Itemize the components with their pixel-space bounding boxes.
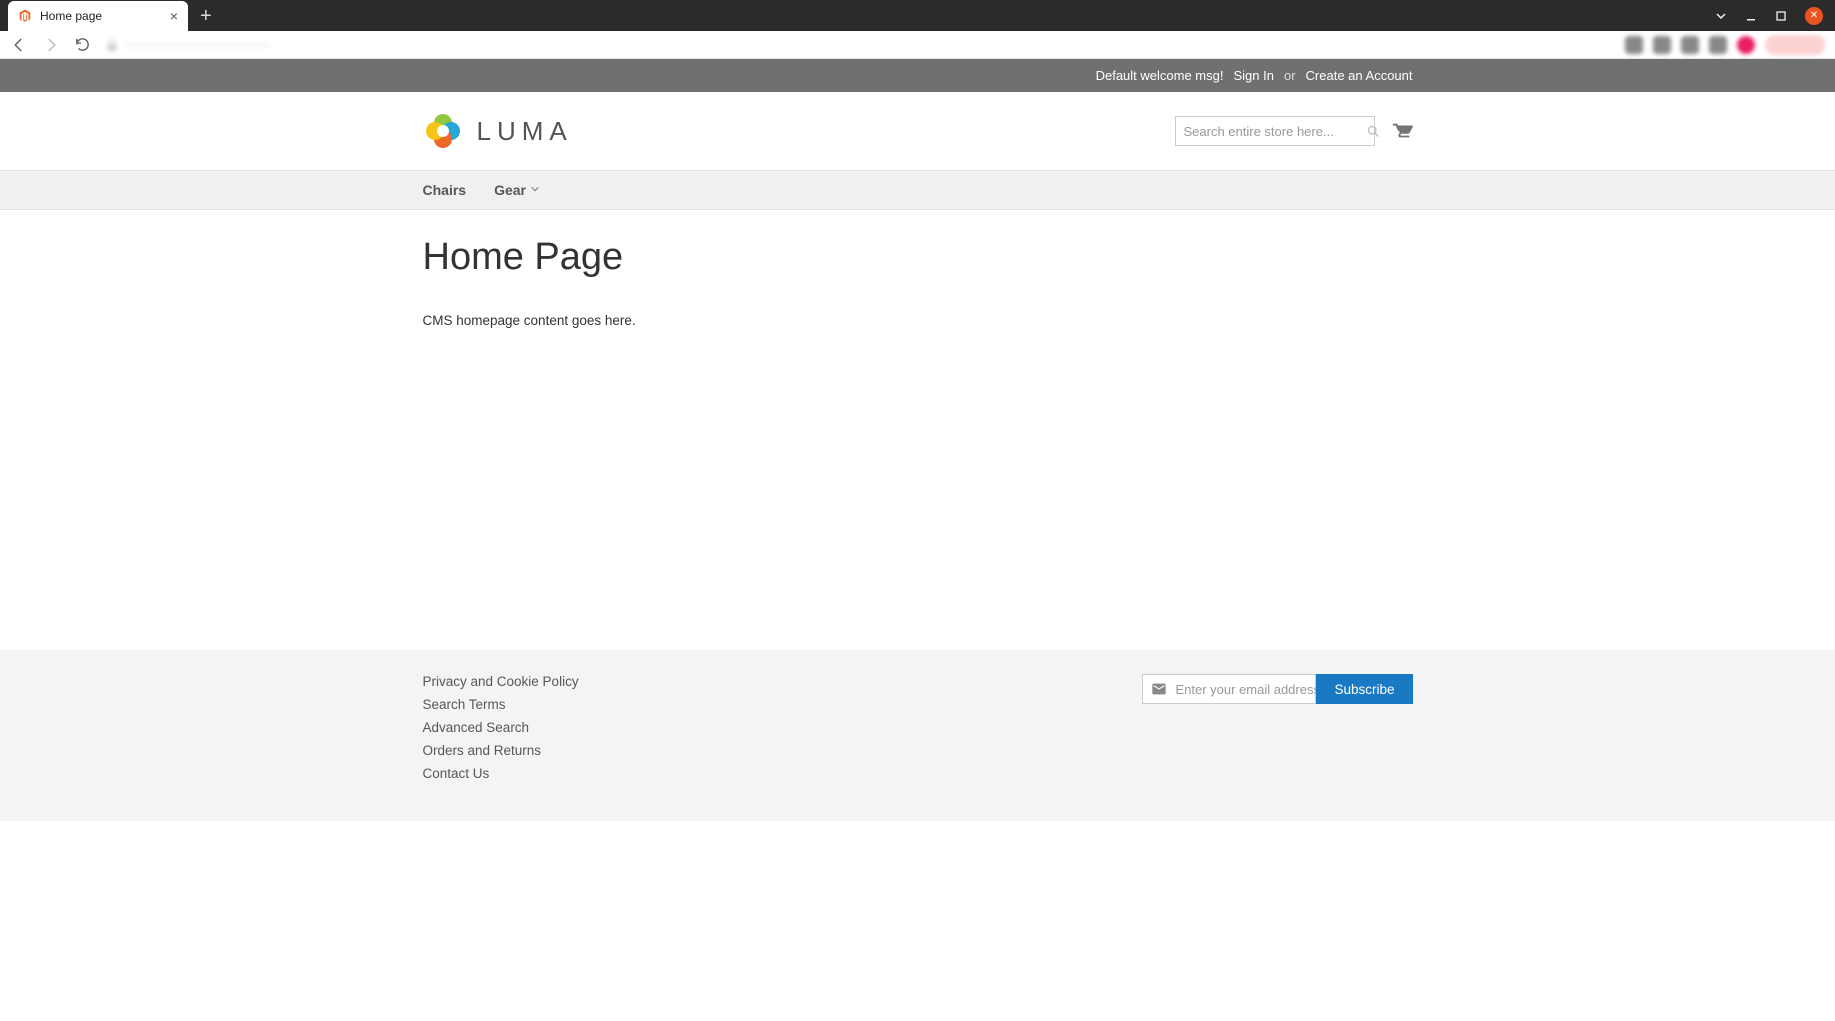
extension-icon[interactable] [1681, 36, 1699, 54]
update-pill[interactable] [1765, 35, 1825, 55]
logo[interactable]: LUMA [423, 111, 573, 151]
chevron-down-icon [530, 184, 540, 197]
window-controls: ✕ [1715, 0, 1835, 31]
logo-text: LUMA [477, 116, 573, 147]
mail-icon [1151, 681, 1167, 697]
back-button[interactable] [10, 36, 28, 54]
newsletter: Subscribe [1142, 674, 1412, 704]
browser-toolbar: ——————————— [0, 31, 1835, 59]
extension-icon[interactable] [1625, 36, 1643, 54]
cms-content: CMS homepage content goes here. [423, 313, 1413, 328]
site-header: LUMA [0, 92, 1835, 170]
footer-link-contact[interactable]: Contact Us [423, 766, 579, 781]
footer-links: Privacy and Cookie Policy Search Terms A… [423, 674, 579, 781]
footer-link-orders-returns[interactable]: Orders and Returns [423, 743, 579, 758]
nav-bar: Chairs Gear [0, 170, 1835, 210]
sign-in-link[interactable]: Sign In [1233, 68, 1273, 83]
panel-header: Default welcome msg! Sign In or Create a… [0, 59, 1835, 92]
extension-icon[interactable] [1709, 36, 1727, 54]
lock-icon [105, 38, 119, 52]
reload-button[interactable] [74, 36, 91, 53]
toolbar-extensions [1625, 35, 1825, 55]
window-close-icon[interactable]: ✕ [1805, 7, 1823, 25]
url-text: ——————————— [127, 37, 270, 52]
nav-item-chairs[interactable]: Chairs [423, 182, 467, 198]
search-icon[interactable] [1366, 124, 1381, 139]
or-separator: or [1284, 68, 1296, 83]
magento-favicon [18, 9, 32, 23]
subscribe-button[interactable]: Subscribe [1316, 674, 1412, 704]
main-content: Home Page CMS homepage content goes here… [0, 210, 1835, 650]
browser-tab[interactable]: Home page × [8, 1, 188, 31]
browser-tabbar: Home page × + ✕ [0, 0, 1835, 31]
tabs-dropdown-icon[interactable] [1715, 10, 1727, 22]
page-title: Home Page [423, 236, 1413, 279]
address-bar[interactable]: ——————————— [105, 37, 1611, 52]
window-minimize-icon[interactable] [1745, 10, 1757, 22]
footer: Privacy and Cookie Policy Search Terms A… [0, 650, 1835, 821]
newsletter-input-wrap[interactable] [1142, 674, 1316, 704]
extension-icon[interactable] [1653, 36, 1671, 54]
forward-button[interactable] [42, 36, 60, 54]
footer-link-privacy[interactable]: Privacy and Cookie Policy [423, 674, 579, 689]
tab-close-icon[interactable]: × [170, 8, 178, 24]
profile-avatar-icon[interactable] [1737, 36, 1755, 54]
tab-title: Home page [40, 9, 102, 23]
footer-link-advanced-search[interactable]: Advanced Search [423, 720, 579, 735]
nav-label: Chairs [423, 182, 467, 198]
create-account-link[interactable]: Create an Account [1306, 68, 1413, 83]
new-tab-button[interactable]: + [188, 1, 224, 31]
window-maximize-icon[interactable] [1775, 10, 1787, 22]
nav-label: Gear [494, 182, 526, 198]
nav-item-gear[interactable]: Gear [494, 182, 540, 198]
luma-logo-icon [423, 111, 463, 151]
cart-icon[interactable] [1391, 120, 1413, 142]
footer-link-search-terms[interactable]: Search Terms [423, 697, 579, 712]
search-input[interactable] [1184, 124, 1360, 139]
search-box[interactable] [1175, 116, 1375, 146]
welcome-msg: Default welcome msg! [1096, 68, 1224, 83]
